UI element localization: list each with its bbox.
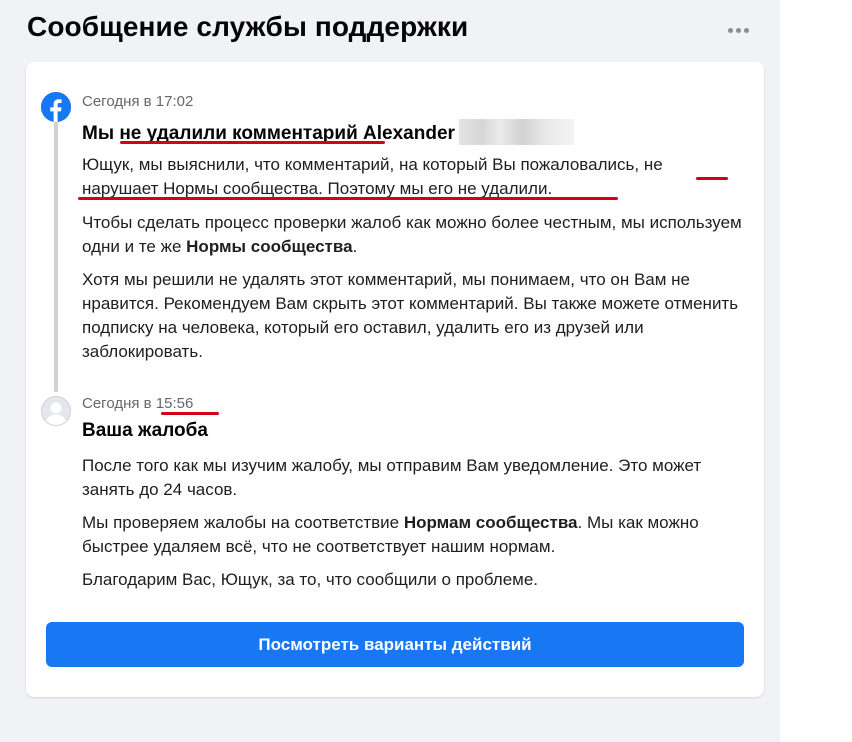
community-standards-text: Нормы сообщества [186,237,353,256]
message-paragraph: Ющук, мы выяснили, что комментарий, на к… [82,153,742,201]
paragraph-text: . [352,237,358,256]
annotation-underline [161,412,219,415]
support-message-card: Сегодня в 17:02 Мы не удалили комментари… [26,62,764,697]
more-options-button[interactable] [722,16,754,44]
facebook-logo-icon [41,92,71,122]
message-paragraph: После того как мы изучим жалобу, мы отпр… [82,456,702,499]
page-title: Сообщение службы поддержки [27,11,469,42]
paragraph-text: Чтобы сделать процесс проверки жалоб как… [82,213,742,256]
annotation-underline [78,197,618,200]
timeline-connector [54,117,58,392]
message-title: Ваша жалоба [82,420,208,441]
redacted-name-block [458,119,574,145]
message-paragraph: Чтобы сделать процесс проверки жалоб как… [82,211,742,259]
right-background-strip [780,0,852,742]
paragraph-line: Ющук, мы выяснили, что комментарий, на к… [82,155,663,174]
more-horizontal-icon-dot [743,27,749,33]
more-horizontal-icon [727,27,733,33]
timestamp-time: 15:56 [155,395,194,412]
message-timestamp: Сегодня в 15:56 [82,395,193,412]
message-paragraph: Мы проверяем жалобы на соответствие Норм… [82,511,742,559]
view-options-button[interactable]: Посмотреть варианты действий [46,622,744,667]
paragraph-line: нарушает Нормы сообщества. Поэтому мы ег… [82,179,553,198]
more-horizontal-icon-dot [735,27,741,33]
annotation-underline [120,141,385,144]
message-timestamp: Сегодня в 17:02 [82,93,194,110]
paragraph-text: Мы проверяем жалобы на соответствие [82,513,404,532]
timestamp-prefix: Сегодня в [82,395,156,412]
user-avatar-icon [41,396,71,426]
community-standards-text: Нормам сообщества [403,513,578,532]
annotation-underline [696,177,728,180]
message-paragraph: Хотя мы решили не удалять этот комментар… [82,270,739,361]
message-paragraph: Благодарим Вас, Ющук, за то, что сообщил… [82,570,539,589]
